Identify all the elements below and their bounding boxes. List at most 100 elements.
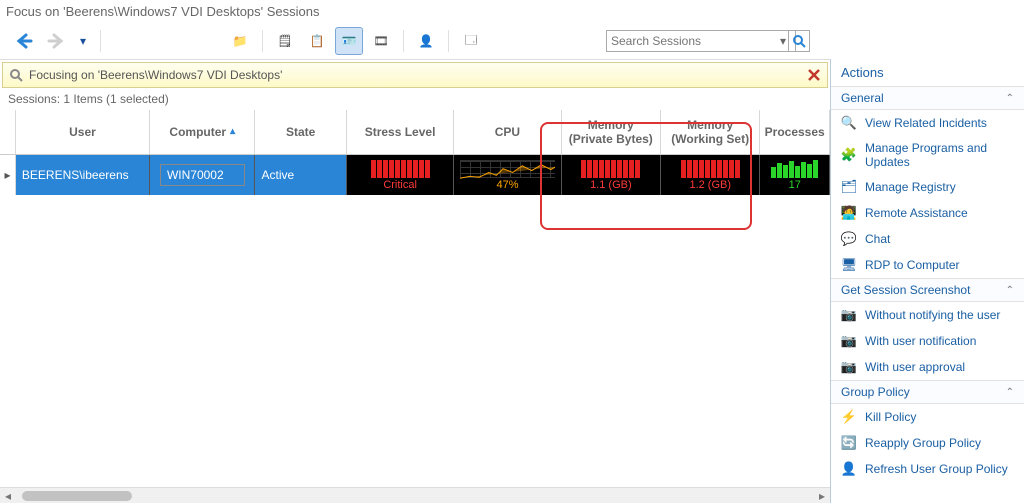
horizontal-scrollbar[interactable]: ◂ ▸ xyxy=(0,487,830,503)
search-input[interactable] xyxy=(606,30,796,52)
actions-title: Actions xyxy=(831,59,1024,86)
focus-bar: Focusing on 'Beerens\Windows7 VDI Deskto… xyxy=(2,62,828,88)
action-item[interactable]: 📷 With user approval xyxy=(831,354,1024,380)
action-item[interactable]: 📷 With user notification xyxy=(831,328,1024,354)
scroll-thumb[interactable] xyxy=(22,491,132,501)
chevron-up-icon: ⌃ xyxy=(1006,285,1014,296)
export-icon[interactable]: 🗔 xyxy=(457,27,485,55)
scroll-right-icon[interactable]: ▸ xyxy=(814,489,830,503)
table-header: User Computer State Stress Level CPU Mem… xyxy=(0,110,830,155)
action-icon: 🧩 xyxy=(841,147,857,163)
col-processes[interactable]: Processes xyxy=(760,110,830,154)
action-label: Chat xyxy=(865,232,890,246)
action-label: Without notifying the user xyxy=(865,308,1000,322)
col-cpu[interactable]: CPU xyxy=(454,110,561,154)
action-icon: 📷 xyxy=(841,359,857,375)
row-selector-header xyxy=(0,110,16,154)
cell-cpu: 47% xyxy=(454,155,561,195)
col-state[interactable]: State xyxy=(255,110,346,154)
row-indicator: ▸ xyxy=(0,155,16,195)
action-icon: 📷 xyxy=(841,333,857,349)
action-icon: 🧑‍💻 xyxy=(841,205,857,221)
action-icon: ⚡ xyxy=(841,409,857,425)
cell-state: Active xyxy=(255,155,346,195)
mem-ws-label: 1.2 (GB) xyxy=(689,179,731,191)
action-icon: 💬 xyxy=(841,231,857,247)
detail-view-icon[interactable]: 📋 xyxy=(303,27,331,55)
separator xyxy=(403,30,404,52)
action-icon: 🖥 xyxy=(841,257,857,273)
cell-mem-private: 1.1 (GB) xyxy=(562,155,661,195)
action-label: RDP to Computer xyxy=(865,258,959,272)
mem-priv-label: 1.1 (GB) xyxy=(590,179,632,191)
action-item[interactable]: ⚡ Kill Policy xyxy=(831,404,1024,430)
action-label: Kill Policy xyxy=(865,410,916,424)
action-icon: 🔍 xyxy=(841,115,857,131)
sessions-count: Sessions: 1 Items (1 selected) xyxy=(0,88,830,110)
chevron-up-icon: ⌃ xyxy=(1006,387,1014,398)
dropdown-button[interactable]: ▾ xyxy=(74,27,92,55)
stress-bars-icon xyxy=(358,160,443,178)
separator xyxy=(448,30,449,52)
cell-mem-ws: 1.2 (GB) xyxy=(661,155,760,195)
action-label: View Related Incidents xyxy=(865,116,987,130)
action-icon: 👤 xyxy=(841,461,857,477)
folder-icon[interactable]: 📁 xyxy=(226,27,254,55)
group-header[interactable]: Get Session Screenshot⌃ xyxy=(831,278,1024,302)
col-memory-ws[interactable]: Memory (Working Set) xyxy=(661,110,760,154)
action-item[interactable]: 📷Without notifying the user xyxy=(831,302,1024,328)
action-item[interactable]: 💬 Chat xyxy=(831,226,1024,252)
action-label: Manage Programs and Updates xyxy=(865,141,1014,169)
action-item[interactable]: 👤 Refresh User Group Policy xyxy=(831,456,1024,482)
table-row[interactable]: ▸ BEERENS\ibeerens WIN70002 Active Criti… xyxy=(0,155,830,195)
mem-bars-icon xyxy=(671,160,750,178)
window-title: Focus on 'Beerens\Windows7 VDI Desktops'… xyxy=(0,0,1024,23)
col-user[interactable]: User xyxy=(16,110,150,154)
action-item[interactable]: 🧩 Manage Programs and Updates xyxy=(831,136,1024,174)
col-computer[interactable]: Computer xyxy=(150,110,255,154)
cell-stress: Critical xyxy=(347,155,454,195)
actions-pane: Actions General⌃ 🔍 View Related Incidents 🧩… xyxy=(830,59,1024,503)
forward-button[interactable] xyxy=(42,27,70,55)
stress-label: Critical xyxy=(383,179,417,191)
action-item[interactable]: 🔄 Reapply Group Policy xyxy=(831,430,1024,456)
action-label: Refresh User Group Policy xyxy=(865,462,1008,476)
cell-computer[interactable]: WIN70002 xyxy=(150,155,255,195)
toolbar: ▾ 📁 🗒 📋 🪪 🎞 👤 🗔 ▾ xyxy=(0,23,1024,59)
action-item[interactable]: 🗂 Manage Registry xyxy=(831,174,1024,200)
cell-user: BEERENS\ibeerens xyxy=(16,155,150,195)
tile-view-icon[interactable]: 🎞 xyxy=(367,27,395,55)
focus-message: Focusing on 'Beerens\Windows7 VDI Deskto… xyxy=(29,68,282,82)
group-header[interactable]: Group Policy⌃ xyxy=(831,380,1024,404)
group-header[interactable]: General⌃ xyxy=(831,86,1024,110)
search-button[interactable] xyxy=(788,30,810,52)
action-item[interactable]: 🧑‍💻 Remote Assistance xyxy=(831,200,1024,226)
close-icon[interactable] xyxy=(807,68,821,82)
action-label: Reapply Group Policy xyxy=(865,436,981,450)
list-view-icon[interactable]: 🗒 xyxy=(271,27,299,55)
proc-bars-icon xyxy=(767,160,822,178)
action-icon: 🔄 xyxy=(841,435,857,451)
action-label: With user approval xyxy=(865,360,965,374)
col-memory-private[interactable]: Memory (Private Bytes) xyxy=(562,110,661,154)
action-label: Manage Registry xyxy=(865,180,956,194)
cell-processes: 17 xyxy=(760,155,830,195)
scroll-left-icon[interactable]: ◂ xyxy=(0,489,16,503)
action-label: With user notification xyxy=(865,334,976,348)
cpu-label: 47% xyxy=(496,179,518,191)
cpu-graph-icon xyxy=(460,160,556,178)
action-icon: 🗂 xyxy=(841,179,857,195)
col-stress[interactable]: Stress Level xyxy=(347,110,454,154)
back-button[interactable] xyxy=(10,27,38,55)
separator xyxy=(100,30,101,52)
proc-label: 17 xyxy=(789,179,801,191)
card-view-icon[interactable]: 🪪 xyxy=(335,27,363,55)
user-icon[interactable]: 👤 xyxy=(412,27,440,55)
action-label: Remote Assistance xyxy=(865,206,968,220)
chevron-up-icon: ⌃ xyxy=(1006,93,1014,104)
separator xyxy=(262,30,263,52)
action-item[interactable]: 🖥 RDP to Computer xyxy=(831,252,1024,278)
mem-bars-icon xyxy=(572,160,651,178)
sessions-grid: Focusing on 'Beerens\Windows7 VDI Deskto… xyxy=(0,59,830,503)
action-item[interactable]: 🔍 View Related Incidents xyxy=(831,110,1024,136)
